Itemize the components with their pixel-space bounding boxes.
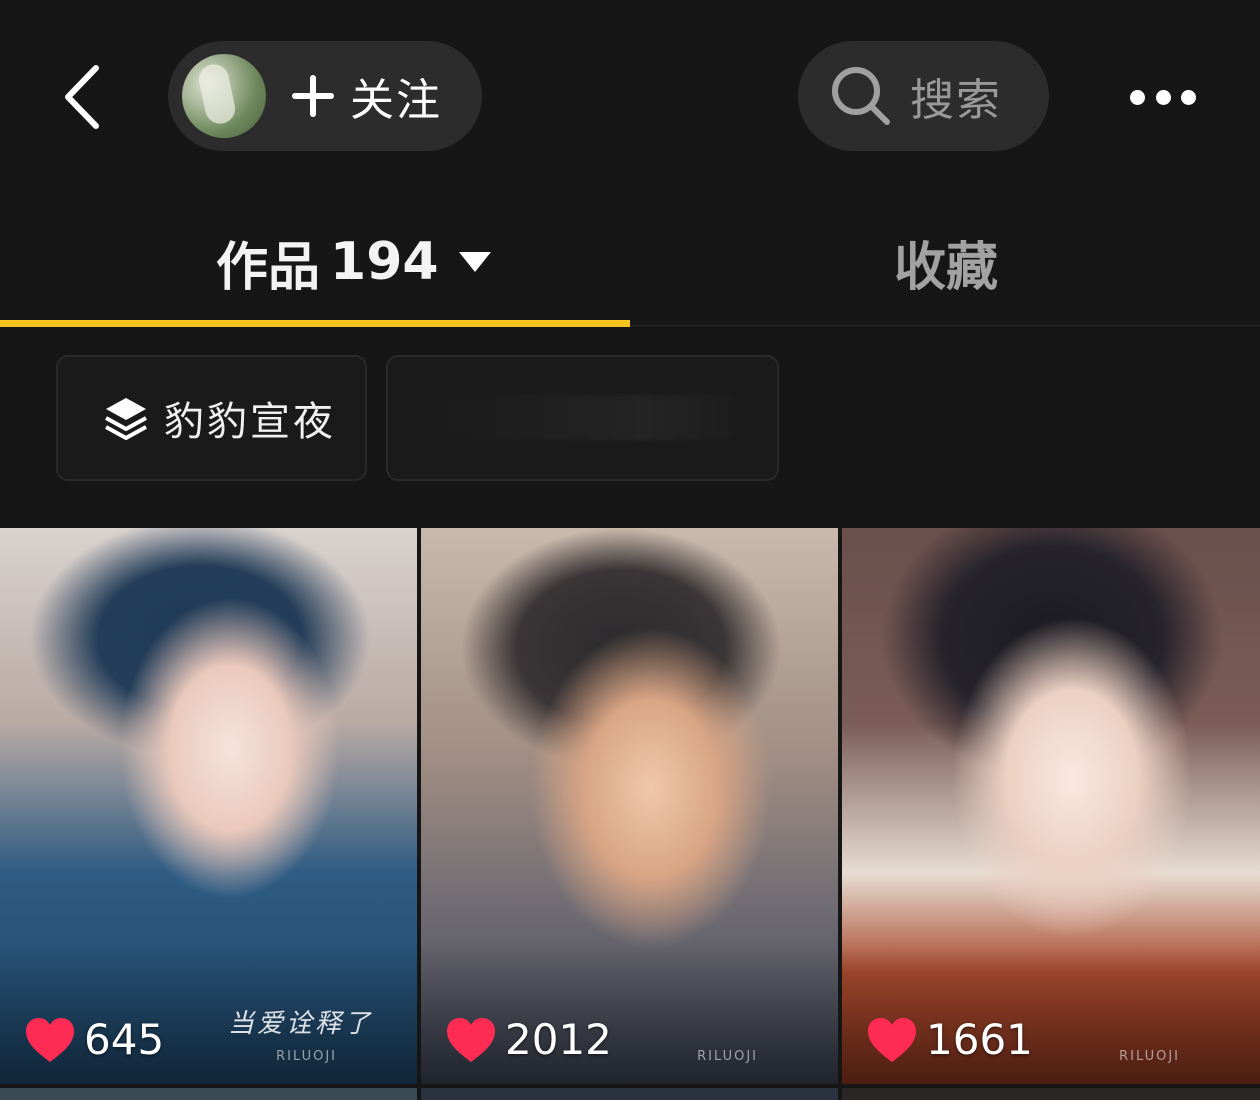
like-count: 1661 (926, 1015, 1033, 1064)
back-button[interactable] (52, 62, 112, 132)
like-count-badge: 645 (24, 1015, 164, 1064)
video-watermark: RILUOJI (276, 1049, 337, 1064)
profile-page: 关注 搜索 作品 194 收藏 豹豹宣夜 当爱诠释了 RILUOJI 645 R… (0, 0, 1260, 1100)
more-icon (1130, 89, 1145, 105)
tab-works-label: 作品 (216, 237, 321, 298)
like-count: 645 (84, 1015, 165, 1064)
search-button[interactable]: 搜索 (798, 41, 1049, 151)
video-tile[interactable]: 当爱诠释了 RILUOJI 645 (0, 528, 417, 1084)
heart-icon (26, 1017, 74, 1062)
back-icon (65, 65, 99, 129)
more-options-button[interactable] (1120, 72, 1206, 122)
heart-icon (447, 1017, 495, 1062)
active-tab-indicator (0, 320, 630, 327)
collection-chip[interactable]: 豹豹宣夜 (56, 355, 367, 481)
more-icon-dot (1181, 89, 1196, 105)
tab-works[interactable]: 作品 194 (216, 222, 491, 302)
collection-chip-obscured[interactable] (386, 355, 779, 481)
like-count-badge: 1661 (866, 1015, 1033, 1064)
video-tile[interactable]: RILUOJI 2012 (421, 528, 838, 1084)
caret-down-icon[interactable] (458, 252, 491, 272)
more-icon-dot (1155, 89, 1171, 105)
video-tile[interactable]: RILUOJI 1661 (842, 528, 1260, 1084)
video-tile-partial[interactable] (421, 1088, 838, 1100)
video-overlay-text: 当爱诠释了 (228, 1009, 374, 1039)
like-count-badge: 2012 (445, 1015, 612, 1064)
video-watermark: RILUOJI (1119, 1049, 1180, 1064)
video-tile-partial[interactable] (842, 1088, 1260, 1100)
tab-favorites[interactable]: 收藏 (894, 222, 998, 302)
tab-favorites-label: 收藏 (894, 237, 999, 298)
tab-divider (630, 325, 1260, 326)
like-count: 2012 (505, 1015, 612, 1064)
search-icon (832, 67, 890, 125)
video-tile-partial[interactable] (0, 1088, 417, 1100)
search-label: 搜索 (910, 75, 1002, 126)
layers-icon (105, 398, 147, 440)
tab-works-count: 194 (330, 232, 439, 292)
heart-icon (868, 1017, 916, 1062)
video-watermark: RILUOJI (697, 1049, 758, 1064)
obscured-chip-content (434, 395, 734, 441)
avatar[interactable] (182, 54, 266, 138)
collection-chip-label: 豹豹宣夜 (164, 399, 336, 445)
follow-label: 关注 (350, 75, 442, 126)
plus-icon (292, 75, 334, 117)
follow-button[interactable]: 关注 (168, 41, 482, 151)
